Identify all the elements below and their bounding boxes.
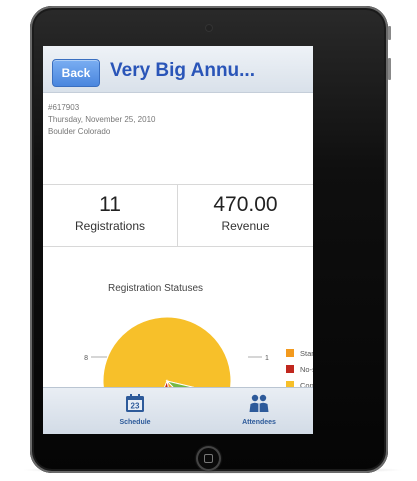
power-button: [388, 26, 391, 40]
home-button[interactable]: [196, 446, 221, 471]
tab-schedule-label: Schedule: [119, 419, 151, 426]
legend-label: No-show: [300, 365, 313, 374]
tab-bar: 23 Schedule Attendees: [43, 387, 313, 434]
legend-label: Standby: [300, 349, 313, 358]
tab-attendees[interactable]: Attendees: [215, 388, 303, 434]
app-screen: Back Very Big Annu... #617903 Thursday, …: [43, 46, 313, 434]
svg-text:23: 23: [131, 402, 140, 411]
data-label: 8: [84, 355, 88, 362]
tab-attendees-label: Attendees: [242, 419, 276, 426]
calendar-icon: 23: [126, 394, 144, 412]
people-icon: [249, 394, 269, 412]
data-label: 1: [265, 355, 269, 362]
legend-swatch: [286, 365, 294, 373]
volume-button: [388, 58, 391, 80]
front-camera: [206, 25, 212, 31]
registration-status-chart: 81StandbyNo-showConfirmed: [84, 316, 313, 434]
legend-swatch: [286, 349, 294, 357]
tab-schedule[interactable]: 23 Schedule: [95, 388, 175, 434]
